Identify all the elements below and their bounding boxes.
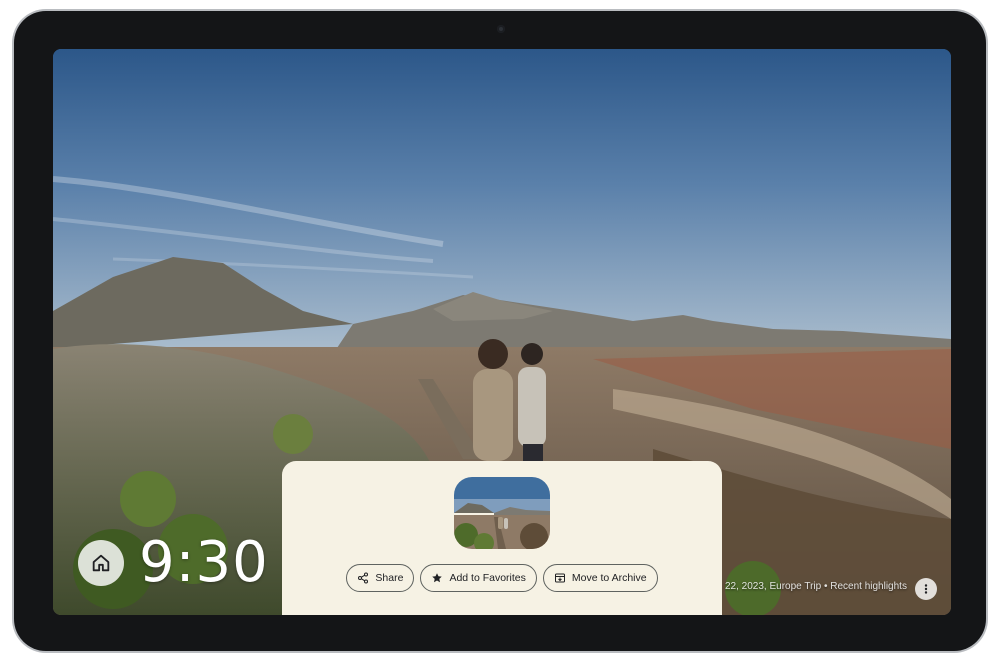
photo-thumbnail[interactable]: [454, 477, 550, 549]
share-button[interactable]: Share: [346, 564, 415, 592]
home-button[interactable]: [78, 540, 124, 586]
share-label: Share: [375, 572, 404, 584]
add-to-favorites-button[interactable]: Add to Favorites: [420, 564, 537, 592]
archive-icon: [554, 573, 565, 583]
thumbnail-image: [454, 477, 550, 549]
tablet-bezel: Share Add to Favorites Move to Archive 9…: [14, 11, 986, 651]
share-icon: [358, 572, 369, 584]
photo-caption: 22, 2023, Europe Trip • Recent highlight…: [725, 581, 907, 592]
more-vertical-icon: [924, 584, 928, 594]
screen: Share Add to Favorites Move to Archive 9…: [53, 49, 951, 615]
more-options-button[interactable]: [915, 578, 937, 600]
move-to-archive-label: Move to Archive: [571, 572, 647, 584]
photo-actions-sheet: Share Add to Favorites Move to Archive: [282, 461, 722, 615]
front-camera: [497, 25, 505, 33]
move-to-archive-button[interactable]: Move to Archive: [542, 564, 658, 592]
action-chips: Share Add to Favorites Move to Archive: [282, 564, 722, 592]
add-to-favorites-label: Add to Favorites: [449, 572, 526, 584]
tablet-device: Share Add to Favorites Move to Archive 9…: [12, 9, 988, 653]
clock-time: 9:30: [139, 530, 269, 595]
star-icon: [432, 573, 443, 583]
home-icon: [92, 554, 110, 572]
